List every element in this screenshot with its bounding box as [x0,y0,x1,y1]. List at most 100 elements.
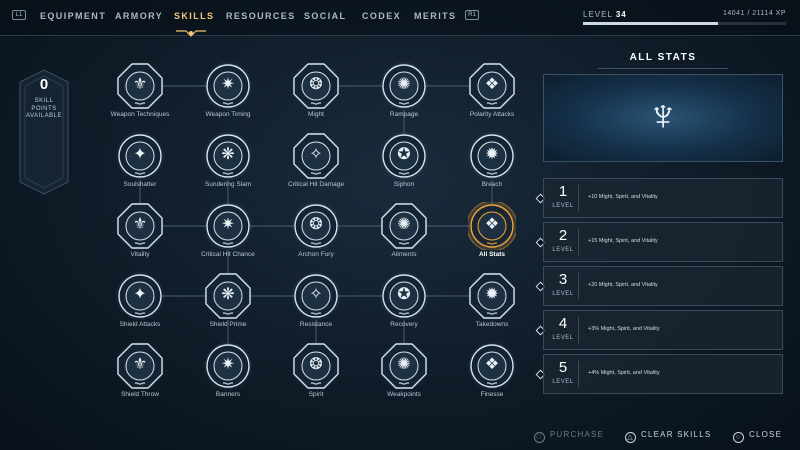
skill-label-breach: Breach [481,181,503,188]
skill-label-shield-throw: Shield Throw [121,391,159,398]
trident-icon: ♆ [646,91,680,140]
level-number: 1 [558,183,568,200]
skill-node-weapon-techniques[interactable]: ⚜ [116,62,164,110]
skill-node-ailments[interactable]: ✺ [380,202,428,250]
skill-label-resistance: Resistance [299,321,333,328]
skill-emblem-icon: ✪ [397,146,411,163]
skill-node-soulshatter[interactable]: ✦ [116,132,164,180]
skill-emblem-icon: ✧ [309,146,323,163]
skill-label-ailments: Ailments [391,251,417,258]
level-divider [578,185,579,211]
skill-node-weakpoints[interactable]: ✺ [380,342,428,390]
skill-node-all-stats[interactable]: ❖ [468,202,516,250]
skill-label-soulshatter: Soulshatter [123,181,157,188]
skill-label-weapon-timing: Weapon Timing [205,111,251,118]
level-word: LEVEL [552,247,574,253]
skill-label-siphon: Siphon [393,181,415,188]
circle-button-icon: ○ [733,432,744,443]
skill-label-banners: Banners [215,391,241,398]
skill-label-finesse: Finesse [480,391,504,398]
skill-emblem-icon: ✪ [397,286,411,303]
skill-node-takedowns[interactable]: ✹ [468,272,516,320]
skill-label-shield-attacks: Shield Attacks [119,321,161,328]
skill-emblem-icon: ✹ [485,146,499,163]
skill-node-siphon[interactable]: ✪ [380,132,428,180]
level-description: +4% Might, Spirit, and Vitality [588,370,660,376]
skill-label-rampage: Rampage [389,111,419,118]
skill-node-might[interactable]: ❂ [292,62,340,110]
skill-label-recovery: Recovery [390,321,418,328]
skill-emblem-icon: ❖ [484,356,500,373]
level-word: LEVEL [552,203,574,209]
skill-node-breach[interactable]: ✹ [468,132,516,180]
skill-label-archon-fury: Archon Fury [298,251,334,258]
level-description: +15 Might, Spirit, and Vitality [588,238,658,244]
skill-node-weapon-timing[interactable]: ✷ [204,62,252,110]
level-word: LEVEL [552,379,574,385]
selected-skill-feature: ♆ [543,74,783,162]
skill-label-sundering-slam: Sundering Slam [204,181,252,188]
skill-label-critical-hit-damage: Critical Hit Damage [288,181,344,188]
skill-emblem-icon: ❂ [309,216,323,233]
skill-label-critical-hit-chance: Critical Hit Chance [201,251,255,258]
clear-skills-label: CLEAR SKILLS [641,430,712,439]
skill-emblem-icon: ✹ [485,286,499,303]
level-word: LEVEL [552,335,574,341]
skill-emblem-icon: ⚜ [132,356,148,373]
skill-node-recovery[interactable]: ✪ [380,272,428,320]
level-divider [578,361,579,387]
title-divider [598,68,728,69]
skill-label-shield-prime: Shield Prime [209,321,247,328]
skill-node-finesse[interactable]: ❖ [468,342,516,390]
close-button[interactable]: ○ CLOSE [733,430,782,443]
skill-level-row: 5 LEVEL +4% Might, Spirit, and Vitality [543,354,783,394]
skill-node-polarity-attacks[interactable]: ❖ [468,62,516,110]
selected-skill-title: ALL STATS [629,52,697,63]
skill-node-rampage[interactable]: ✺ [380,62,428,110]
skill-label-takedowns: Takedowns [475,321,509,328]
level-number: 3 [558,271,568,288]
skill-emblem-icon: ✧ [309,286,323,303]
skill-emblem-icon: ✷ [221,356,235,373]
level-word: LEVEL [552,291,574,297]
skill-node-shield-prime[interactable]: ❋ [204,272,252,320]
skill-node-spirit[interactable]: ❂ [292,342,340,390]
level-number: 5 [558,359,568,376]
skill-node-sundering-slam[interactable]: ❋ [204,132,252,180]
skill-emblem-icon: ❖ [484,76,500,93]
skill-level-row: 4 LEVEL +3% Might, Spirit, and Vitality [543,310,783,350]
purchase-button[interactable]: □ PURCHASE [534,430,604,443]
level-divider [578,229,579,255]
clear-skills-button[interactable]: △ CLEAR SKILLS [625,430,711,443]
skill-node-shield-throw[interactable]: ⚜ [116,342,164,390]
skill-emblem-icon: ⚜ [132,216,148,233]
skill-node-critical-hit-damage[interactable]: ✧ [292,132,340,180]
skill-emblem-icon: ✷ [221,216,235,233]
skill-emblem-icon: ❂ [309,356,323,373]
skill-node-shield-attacks[interactable]: ✦ [116,272,164,320]
level-divider [578,273,579,299]
level-divider [578,317,579,343]
skill-node-banners[interactable]: ✷ [204,342,252,390]
skill-label-polarity-attacks: Polarity Attacks [469,111,515,118]
purchase-label: PURCHASE [550,430,605,439]
skill-emblem-icon: ❋ [221,286,235,303]
triangle-button-icon: △ [625,432,636,443]
skill-emblem-icon: ⚜ [132,76,148,93]
skill-node-critical-hit-chance[interactable]: ✷ [204,202,252,250]
skill-node-vitality[interactable]: ⚜ [116,202,164,250]
skill-emblem-icon: ✺ [397,356,411,373]
skill-emblem-icon: ✦ [133,286,147,303]
skill-node-resistance[interactable]: ✧ [292,272,340,320]
skill-node-archon-fury[interactable]: ❂ [292,202,340,250]
level-description: +20 Might, Spirit, and Vitality [588,282,658,288]
skill-label-all-stats: All Stats [478,251,505,258]
skill-level-row: 3 LEVEL +20 Might, Spirit, and Vitality [543,266,783,306]
skill-label-weapon-techniques: Weapon Techniques [110,111,170,118]
skill-emblem-icon: ❖ [484,216,500,233]
skill-level-row: 1 LEVEL +10 Might, Spirit, and Vitality [543,178,783,218]
skill-emblem-icon: ✺ [397,76,411,93]
skill-label-vitality: Vitality [130,251,150,258]
level-description: +10 Might, Spirit, and Vitality [588,194,658,200]
level-description: +3% Might, Spirit, and Vitality [588,326,660,332]
